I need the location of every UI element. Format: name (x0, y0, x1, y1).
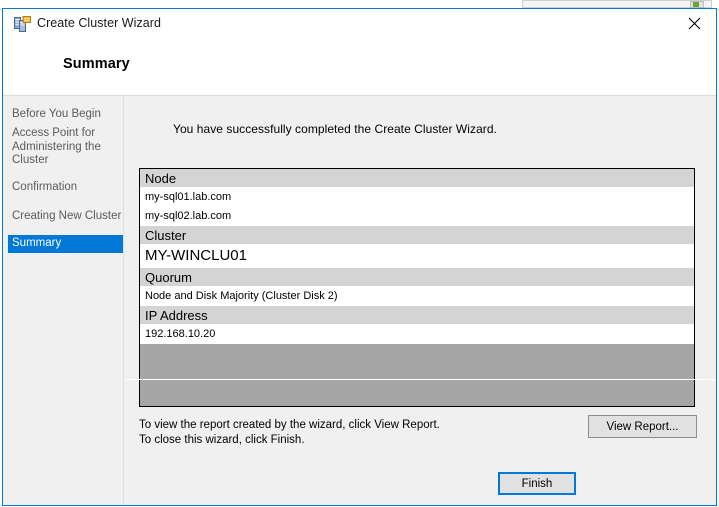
window-title: Create Cluster Wizard (37, 16, 161, 30)
success-message: You have successfully completed the Crea… (173, 122, 497, 136)
summary-table: Node my-sql01.lab.com my-sql02.lab.com C… (139, 168, 695, 407)
sidebar-item-summary[interactable]: Summary (8, 235, 123, 253)
table-row: my-sql02.lab.com (140, 207, 694, 226)
table-empty-area (140, 344, 694, 406)
table-section-header: Node (140, 169, 694, 188)
page-title: Summary (63, 56, 130, 72)
bottom-separator (125, 379, 716, 380)
background-window-button-indicator (693, 2, 699, 7)
footer-note-line-1: To view the report created by the wizard… (139, 419, 440, 431)
table-section-header: Cluster (140, 226, 694, 245)
table-row: 192.168.10.20 (140, 325, 694, 344)
table-section-header: Quorum (140, 268, 694, 287)
sidebar-item-before-you-begin[interactable]: Before You Begin (8, 106, 123, 124)
cluster-servers-icon (14, 16, 31, 33)
table-section-header: IP Address (140, 306, 694, 325)
wizard-step-sidebar: Before You Begin Access Point for Admini… (3, 96, 124, 505)
footer-note-line-2: To close this wizard, click Finish. (139, 434, 305, 446)
table-row: Node and Disk Majority (Cluster Disk 2) (140, 287, 694, 306)
header-band: Summary (3, 39, 716, 96)
sidebar-item-creating-new-cluster[interactable]: Creating New Cluster (8, 208, 123, 226)
sidebar-item-access-point[interactable]: Access Point for Administering the Clust… (8, 125, 123, 170)
background-window-scrollbar[interactable] (522, 0, 712, 8)
footer-note: To view the report created by the wizard… (139, 418, 440, 448)
title-bar[interactable]: Create Cluster Wizard (3, 9, 716, 39)
table-row: my-sql01.lab.com (140, 188, 694, 207)
table-row: MY-WINCLU01 (140, 245, 694, 268)
finish-button[interactable]: Finish (498, 472, 576, 495)
close-icon[interactable] (672, 9, 716, 38)
sidebar-item-confirmation[interactable]: Confirmation (8, 179, 123, 197)
content-panel: You have successfully completed the Crea… (125, 96, 716, 505)
create-cluster-wizard-window: Create Cluster Wizard Summary Before You… (2, 8, 717, 506)
view-report-button[interactable]: View Report... (588, 415, 697, 438)
